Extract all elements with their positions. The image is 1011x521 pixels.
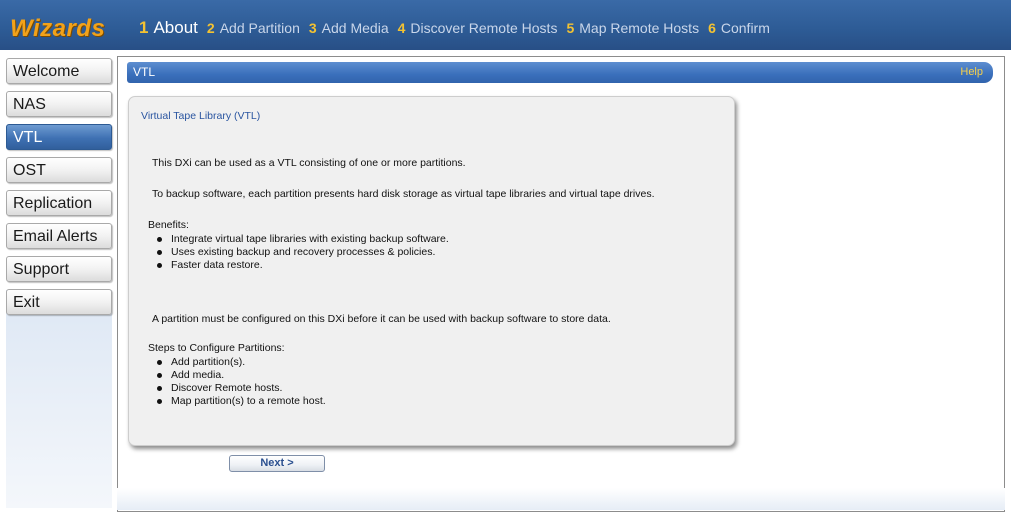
nav-background xyxy=(6,290,112,508)
step-confirm[interactable]: 6 Confirm xyxy=(708,20,770,36)
list-item: Discover Remote hosts. xyxy=(141,382,326,395)
help-link[interactable]: Help xyxy=(960,62,983,83)
step-number: 6 xyxy=(708,20,716,36)
wizard-steps: 1 About 2 Add Partition 3 Add Media 4 Di… xyxy=(139,18,779,38)
section-title: VTL xyxy=(133,65,156,79)
nav-item-email-alerts[interactable]: Email Alerts xyxy=(6,223,112,249)
benefits-heading: Benefits: xyxy=(148,219,189,231)
step-map-remote-hosts[interactable]: 5 Map Remote Hosts xyxy=(566,20,699,36)
info-panel: Virtual Tape Library (VTL) This DXi can … xyxy=(128,96,735,446)
step-discover-remote-hosts[interactable]: 4 Discover Remote Hosts xyxy=(398,20,558,36)
list-item: Uses existing backup and recovery proces… xyxy=(141,246,449,259)
section-titlebar: VTL Help xyxy=(127,62,993,83)
benefits-list: Integrate virtual tape libraries with ex… xyxy=(141,233,449,272)
list-item: Integrate virtual tape libraries with ex… xyxy=(141,233,449,246)
list-item: Add media. xyxy=(141,369,326,382)
step-label: Add Partition xyxy=(219,20,300,36)
step-number: 2 xyxy=(206,20,215,36)
description-text: To backup software, each partition prese… xyxy=(152,188,655,200)
nav-item-ost[interactable]: OST xyxy=(6,157,112,183)
steps-heading: Steps to Configure Partitions: xyxy=(148,342,285,354)
sidebar-nav: Welcome NAS VTL OST Replication Email Al… xyxy=(6,58,112,322)
step-add-partition[interactable]: 2 Add Partition xyxy=(207,20,300,36)
step-add-media[interactable]: 3 Add Media xyxy=(309,20,389,36)
nav-item-support[interactable]: Support xyxy=(6,256,112,282)
list-item: Map partition(s) to a remote host. xyxy=(141,395,326,408)
wizards-logo: Wizards xyxy=(10,15,106,42)
nav-item-vtl[interactable]: VTL xyxy=(6,124,112,150)
nav-item-welcome[interactable]: Welcome xyxy=(6,58,112,84)
step-label: Map Remote Hosts xyxy=(579,20,700,36)
next-button[interactable]: Next > xyxy=(229,455,325,472)
step-label: About xyxy=(153,18,198,37)
content-footer-strip xyxy=(117,488,1005,510)
nav-item-exit[interactable]: Exit xyxy=(6,289,112,315)
step-number: 4 xyxy=(397,20,406,36)
intro-text: This DXi can be used as a VTL consisting… xyxy=(152,157,466,169)
step-number: 5 xyxy=(566,20,575,36)
nav-item-nas[interactable]: NAS xyxy=(6,91,112,117)
step-number: 3 xyxy=(308,20,317,36)
steps-list: Add partition(s). Add media. Discover Re… xyxy=(141,356,326,408)
step-number: 1 xyxy=(139,18,149,37)
partition-note: A partition must be configured on this D… xyxy=(152,313,611,325)
step-label: Confirm xyxy=(720,20,770,36)
step-about[interactable]: 1 About xyxy=(139,18,198,38)
step-label: Add Media xyxy=(321,20,389,36)
list-item: Faster data restore. xyxy=(141,259,449,272)
list-item: Add partition(s). xyxy=(141,356,326,369)
step-label: Discover Remote Hosts xyxy=(410,20,558,36)
wizard-header: Wizards 1 About 2 Add Partition 3 Add Me… xyxy=(0,0,1011,50)
panel-title: Virtual Tape Library (VTL) xyxy=(141,110,261,122)
nav-item-replication[interactable]: Replication xyxy=(6,190,112,216)
